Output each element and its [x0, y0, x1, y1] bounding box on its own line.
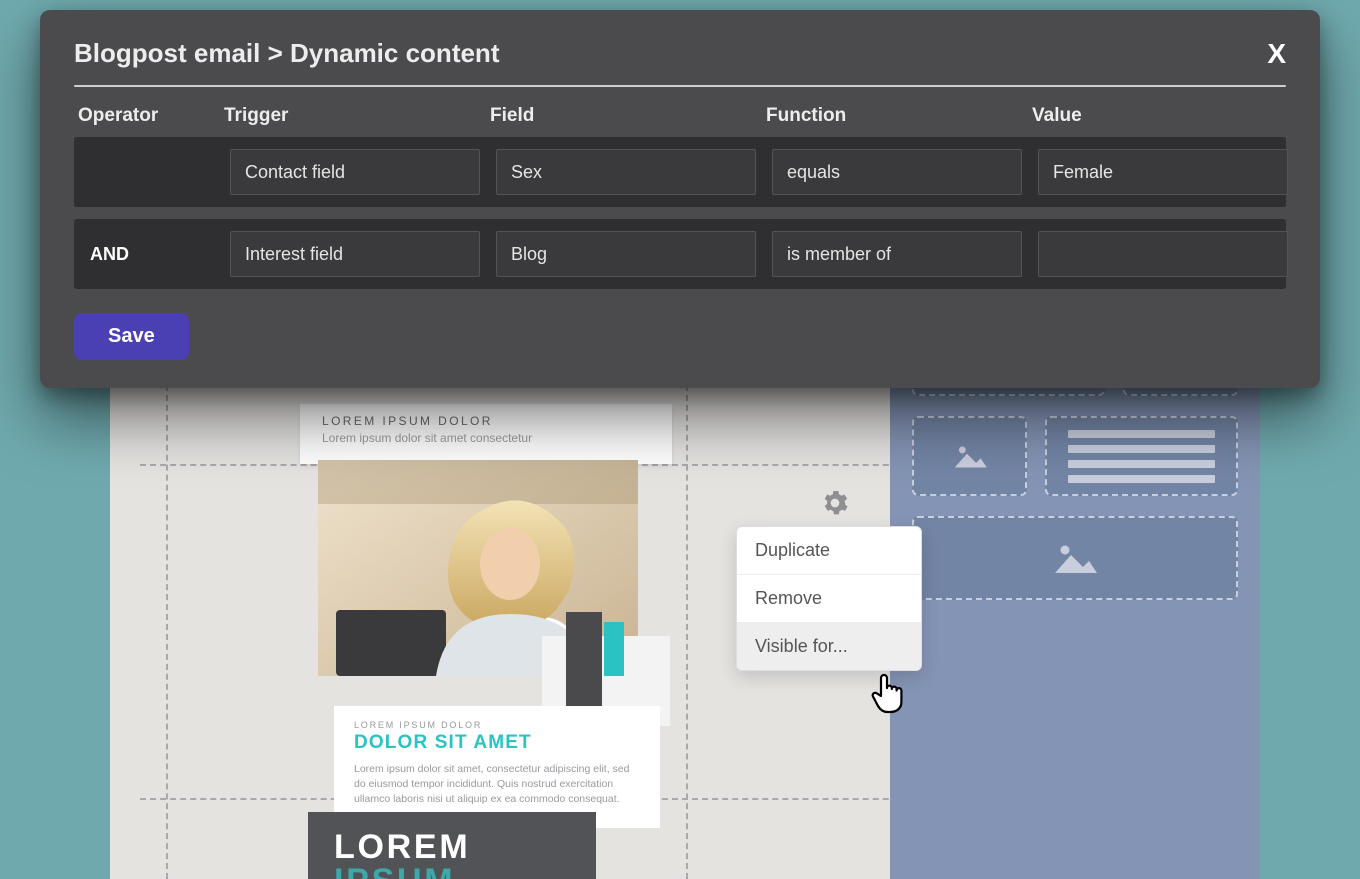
text-lines	[1068, 430, 1215, 483]
col-trigger: Trigger	[224, 105, 474, 127]
dynamic-content-modal: Blogpost email > Dynamic content X Opera…	[40, 10, 1320, 388]
rule-function-input[interactable]: equals	[772, 149, 1022, 195]
component-image-small[interactable]	[912, 416, 1027, 496]
rule-row: AND Interest field Blog is member of	[74, 219, 1286, 289]
modal-breadcrumb: Blogpost email > Dynamic content	[74, 38, 499, 69]
rules-header: Operator Trigger Field Function Value	[74, 105, 1286, 137]
save-button[interactable]: Save	[74, 313, 189, 360]
content-block-hero[interactable]: LOREM IPSUM	[308, 812, 596, 879]
rule-value-input[interactable]	[1038, 231, 1288, 277]
col-field: Field	[490, 105, 750, 127]
rule-trigger-input[interactable]: Contact field	[230, 149, 480, 195]
popover-item-duplicate[interactable]: Duplicate	[737, 527, 921, 574]
rule-trigger-input[interactable]: Interest field	[230, 231, 480, 277]
hero-line2: IPSUM	[334, 864, 570, 879]
heading-small: LOREM IPSUM DOLOR	[300, 404, 672, 430]
rule-function-input[interactable]: is member of	[772, 231, 1022, 277]
card-title: DOLOR SIT AMET	[354, 732, 640, 754]
divider	[74, 85, 1286, 87]
pointer-cursor-icon	[870, 672, 906, 712]
close-icon[interactable]: X	[1267, 40, 1286, 68]
decor-strip-teal	[604, 622, 624, 676]
hero-line1: LOREM	[334, 830, 570, 864]
decor-strip-dark	[566, 612, 602, 706]
content-block-text[interactable]: LOREM IPSUM DOLOR DOLOR SIT AMET Lorem i…	[334, 706, 660, 828]
rule-operator: AND	[84, 244, 214, 265]
component-image[interactable]	[912, 516, 1238, 600]
popover-item-remove[interactable]: Remove	[737, 574, 921, 622]
col-operator: Operator	[78, 105, 208, 127]
component-text[interactable]	[1045, 416, 1238, 496]
col-value: Value	[1032, 105, 1282, 127]
rule-value-input[interactable]: Female	[1038, 149, 1288, 195]
col-function: Function	[766, 105, 1016, 127]
content-block-header[interactable]: LOREM IPSUM DOLOR Lorem ipsum dolor sit …	[300, 404, 672, 464]
gear-icon[interactable]	[822, 490, 848, 521]
rule-field-input[interactable]: Sex	[496, 149, 756, 195]
rule-field-input[interactable]: Blog	[496, 231, 756, 277]
image-icon	[1053, 541, 1097, 575]
popover-item-visible-for[interactable]: Visible for...	[737, 622, 921, 670]
rule-row: Contact field Sex equals Female	[74, 137, 1286, 207]
context-popover: Duplicate Remove Visible for...	[736, 526, 922, 671]
subheading: Lorem ipsum dolor sit amet consectetur	[300, 430, 672, 463]
image-icon	[953, 443, 987, 469]
card-body: Lorem ipsum dolor sit amet, consectetur …	[354, 762, 640, 808]
eyebrow: LOREM IPSUM DOLOR	[354, 720, 640, 730]
